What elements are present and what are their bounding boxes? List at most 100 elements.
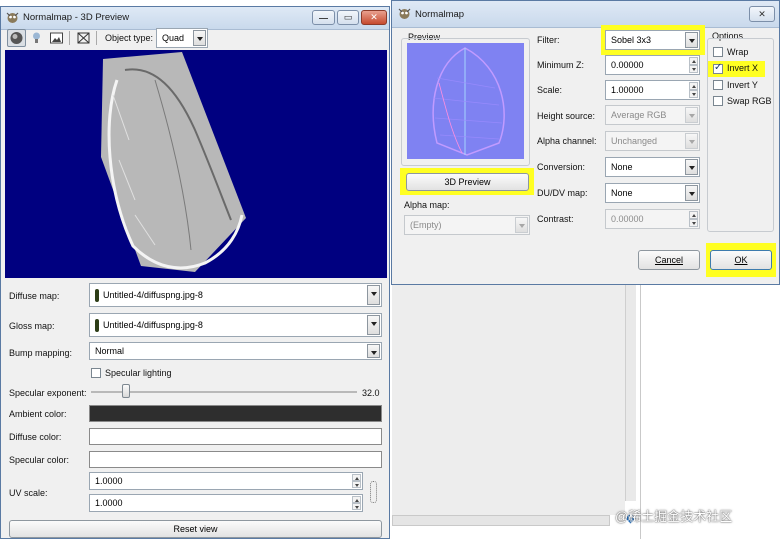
ambient-color-label: Ambient color:: [9, 409, 67, 419]
watermark: @稀土掘金技术社区: [615, 509, 733, 524]
invert-x-label: Invert X: [727, 63, 759, 73]
close-icon: ✕: [758, 8, 766, 19]
3d-preview-button[interactable]: 3D Preview: [406, 173, 529, 191]
specular-color-label: Specular color:: [9, 455, 70, 465]
chevron-down-icon: [193, 30, 206, 46]
preview-viewport[interactable]: [5, 50, 387, 278]
chain-link-icon[interactable]: [370, 481, 377, 503]
title-bar: Normalmap ✕: [392, 1, 779, 28]
conversion-select[interactable]: None: [605, 157, 700, 177]
height-source-select[interactable]: Average RGB: [605, 105, 700, 125]
close-button[interactable]: ✕: [749, 6, 775, 22]
sphere-object-button[interactable]: [7, 29, 26, 47]
specular-lighting-checkbox[interactable]: [91, 368, 101, 378]
sphere-icon: [10, 32, 23, 44]
preview-3d-window: Normalmap - 3D Preview — ▭ ✕ Object type…: [0, 6, 390, 539]
object-type-select[interactable]: Quad: [156, 28, 208, 48]
spin-buttons[interactable]: [689, 57, 698, 73]
chevron-down-icon: [367, 315, 380, 335]
window-title: Normalmap: [415, 9, 465, 20]
leaf-thumbnail-icon: [95, 289, 99, 302]
invert-y-checkbox[interactable]: [713, 80, 723, 90]
close-button[interactable]: ✕: [361, 10, 387, 25]
title-bar: Normalmap - 3D Preview — ▭ ✕: [1, 7, 389, 30]
filter-label: Filter:: [537, 35, 560, 45]
minimize-button[interactable]: —: [312, 10, 335, 25]
uv-scale-v-input[interactable]: 1.0000: [89, 494, 363, 512]
object-type-label: Object type:: [105, 33, 154, 43]
alpha-map-label: Alpha map:: [404, 200, 450, 210]
reset-view-button[interactable]: Reset view: [9, 520, 382, 538]
cancel-button[interactable]: Cancel: [638, 250, 700, 270]
dudv-map-select[interactable]: None: [605, 183, 700, 203]
fullscreen-icon: [77, 32, 90, 44]
bump-mapping-select[interactable]: Normal: [89, 342, 382, 360]
horizontal-scrollbar[interactable]: [392, 515, 610, 526]
invert-x-checkbox[interactable]: [713, 62, 723, 74]
minimum-z-label: Minimum Z:: [537, 60, 584, 70]
image-button[interactable]: [47, 29, 66, 47]
uv-scale-u-input[interactable]: 1.0000: [89, 472, 363, 490]
bump-mapping-label: Bump mapping:: [9, 348, 73, 358]
specular-lighting-label: Specular lighting: [105, 368, 172, 378]
normalmap-preview-leaf: [407, 43, 524, 159]
normalmap-dialog: Normalmap ✕ Preview 3D Preview Alpha map…: [391, 0, 780, 285]
wrap-checkbox[interactable]: [713, 47, 723, 57]
maximize-button[interactable]: ▭: [337, 10, 359, 25]
gimp-icon: [6, 12, 19, 23]
leaf-normalmap-render: [101, 52, 246, 272]
minimum-z-input[interactable]: 0.00000: [605, 55, 700, 75]
alpha-channel-select[interactable]: Unchanged: [605, 131, 700, 151]
chevron-down-icon: [685, 32, 698, 48]
chevron-down-icon: [515, 217, 528, 233]
leaf-thumbnail-icon: [95, 319, 99, 332]
specular-exponent-track[interactable]: [91, 391, 357, 393]
chevron-down-icon: [685, 159, 698, 175]
contrast-input[interactable]: 0.00000: [605, 209, 700, 229]
ambient-color-button[interactable]: [89, 405, 382, 422]
scale-label: Scale:: [537, 85, 563, 95]
gloss-map-label: Gloss map:: [9, 321, 55, 331]
specular-exponent-label: Specular exponent:: [9, 388, 87, 398]
chevron-down-icon: [367, 285, 380, 305]
specular-exponent-thumb[interactable]: [122, 384, 130, 398]
chevron-down-icon: [367, 344, 380, 358]
wrap-label: Wrap: [727, 47, 749, 57]
toolbar-separator: [96, 31, 97, 45]
light-button[interactable]: [27, 29, 46, 47]
uv-scale-label: UV scale:: [9, 488, 48, 498]
chevron-down-icon: [685, 185, 698, 201]
window-title: Normalmap - 3D Preview: [23, 12, 130, 23]
lightbulb-icon: [33, 32, 40, 43]
canvas-panel-left: [392, 285, 625, 515]
ok-button[interactable]: OK: [710, 250, 772, 270]
gimp-icon: [398, 8, 411, 19]
gloss-map-select[interactable]: Untitled-4/diffuspng.jpg-8: [89, 313, 382, 337]
chevron-down-icon: [685, 133, 698, 149]
fullscreen-button[interactable]: [74, 29, 93, 47]
spin-buttons[interactable]: [689, 82, 698, 98]
contrast-label: Contrast:: [537, 214, 574, 224]
diffuse-color-button[interactable]: [89, 428, 382, 445]
filter-select[interactable]: Sobel 3x3: [605, 30, 700, 50]
diffuse-map-select[interactable]: Untitled-4/diffuspng.jpg-8: [89, 283, 382, 307]
swap-rgb-label: Swap RGB: [727, 96, 772, 106]
minimize-icon: —: [319, 12, 328, 23]
spin-buttons[interactable]: [352, 474, 361, 488]
invert-y-label: Invert Y: [727, 80, 758, 90]
alpha-map-select[interactable]: (Empty): [404, 215, 530, 235]
specular-color-button[interactable]: [89, 451, 382, 468]
conversion-label: Conversion:: [537, 162, 586, 172]
swap-rgb-checkbox[interactable]: [713, 96, 723, 106]
image-icon: [50, 32, 63, 44]
diffuse-map-label: Diffuse map:: [9, 291, 60, 301]
toolbar-separator: [69, 31, 70, 45]
vertical-scrollbar[interactable]: [625, 285, 636, 501]
scale-input[interactable]: 1.00000: [605, 80, 700, 100]
alpha-channel-label: Alpha channel:: [537, 136, 597, 146]
diffuse-color-label: Diffuse color:: [9, 432, 62, 442]
spin-buttons[interactable]: [689, 211, 698, 227]
close-icon: ✕: [370, 12, 378, 22]
spin-buttons[interactable]: [352, 496, 361, 510]
normalmap-preview-image: [407, 43, 524, 159]
